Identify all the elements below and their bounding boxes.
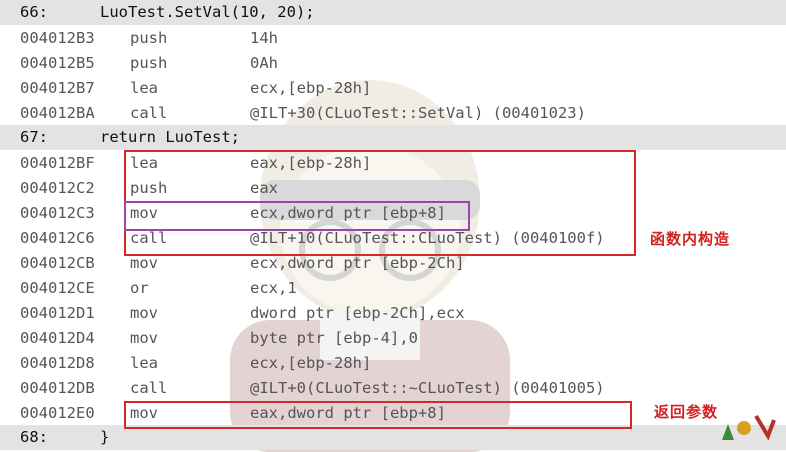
source-line-number: 66: [20,3,48,21]
asm-mnemonic: call [130,379,168,397]
asm-mnemonic: push [130,29,168,47]
asm-operands: ecx,dword ptr [ebp+8] [250,204,446,222]
asm-mnemonic: mov [130,204,158,222]
copy-constructor-annotation: 函数内构造 [650,230,731,248]
source-line-68[interactable]: 68: } [0,425,786,450]
asm-operands: eax,[ebp-28h] [250,154,372,172]
asm-row[interactable]: 004012B3 push 14h [0,25,786,50]
asm-address: 004012B5 [20,54,95,72]
asm-row[interactable]: 004012B7 lea ecx,[ebp-28h] [0,75,786,100]
asm-row[interactable]: 004012C2 push eax [0,175,786,200]
asm-operands: ecx,1 [250,279,297,297]
asm-address: 004012D4 [20,329,95,347]
asm-operands: @ILT+30(CLuoTest::SetVal) (00401023) [250,104,586,122]
asm-row[interactable]: 004012D8 lea ecx,[ebp-28h] [0,350,786,375]
asm-operands: @ILT+0(CLuoTest::~CLuoTest) (00401005) [250,379,605,397]
asm-row[interactable]: 004012DB call @ILT+0(CLuoTest::~CLuoTest… [0,375,786,400]
source-code: LuoTest.SetVal(10, 20); [100,3,315,21]
source-code: return LuoTest; [100,128,240,146]
asm-row[interactable]: 004012CB mov ecx,dword ptr [ebp-2Ch] [0,250,786,275]
asm-row[interactable]: 004012BF lea eax,[ebp-28h] [0,150,786,175]
asm-address: 004012D8 [20,354,95,372]
asm-mnemonic: call [130,229,168,247]
decorative-logo-icon [722,414,776,441]
asm-row[interactable]: 004012D1 mov dword ptr [ebp-2Ch],ecx [0,300,786,325]
asm-mnemonic: push [130,179,168,197]
return-param-annotation: 返回参数 [654,403,719,421]
asm-operands: byte ptr [ebp-4],0 [250,329,418,347]
asm-address: 004012B3 [20,29,95,47]
disassembly-listing: 66: LuoTest.SetVal(10, 20); 004012B3 pus… [0,0,786,450]
asm-address: 004012CE [20,279,95,297]
asm-operands: ecx,[ebp-28h] [250,79,372,97]
source-code: } [100,428,110,446]
asm-mnemonic: mov [130,304,158,322]
asm-mnemonic: push [130,54,168,72]
asm-mnemonic: mov [130,404,158,422]
source-line-67[interactable]: 67: return LuoTest; [0,125,786,150]
asm-address: 004012BA [20,104,95,122]
asm-row[interactable]: 004012D4 mov byte ptr [ebp-4],0 [0,325,786,350]
asm-address: 004012BF [20,154,95,172]
asm-operands: ecx,dword ptr [ebp-2Ch] [250,254,465,272]
asm-operands: eax [250,179,278,197]
asm-address: 004012C6 [20,229,95,247]
asm-address: 004012D1 [20,304,95,322]
asm-row[interactable]: 004012B5 push 0Ah [0,50,786,75]
asm-operands: @ILT+10(CLuoTest::CLuoTest) (0040100f) [250,229,605,247]
asm-operands: 0Ah [250,54,278,72]
asm-operands: dword ptr [ebp-2Ch],ecx [250,304,465,322]
asm-mnemonic: lea [130,154,158,172]
asm-row[interactable]: 004012BA call @ILT+30(CLuoTest::SetVal) … [0,100,786,125]
asm-mnemonic: lea [130,354,158,372]
asm-row[interactable]: 004012CE or ecx,1 [0,275,786,300]
asm-operands: ecx,[ebp-28h] [250,354,372,372]
asm-row[interactable]: 004012C3 mov ecx,dword ptr [ebp+8] [0,200,786,225]
asm-mnemonic: call [130,104,168,122]
asm-address: 004012C3 [20,204,95,222]
asm-address: 004012C2 [20,179,95,197]
asm-operands: eax,dword ptr [ebp+8] [250,404,446,422]
asm-operands: 14h [250,29,278,47]
asm-mnemonic: mov [130,329,158,347]
asm-mnemonic: lea [130,79,158,97]
asm-address: 004012CB [20,254,95,272]
asm-mnemonic: or [130,279,149,297]
asm-address: 004012E0 [20,404,95,422]
source-line-number: 67: [20,128,48,146]
asm-mnemonic: mov [130,254,158,272]
asm-address: 004012B7 [20,79,95,97]
source-line-66[interactable]: 66: LuoTest.SetVal(10, 20); [0,0,786,25]
source-line-number: 68: [20,428,48,446]
asm-address: 004012DB [20,379,95,397]
